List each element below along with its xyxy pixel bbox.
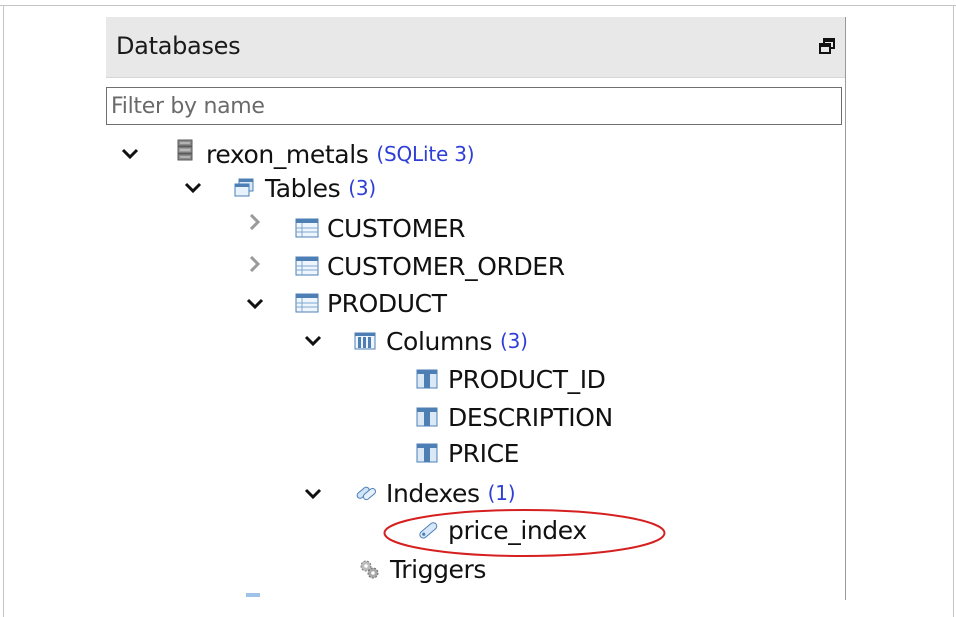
- column-icon: [416, 368, 438, 390]
- tree-node-database[interactable]: rexon_metals (SQLite 3): [174, 138, 475, 170]
- page-frame-right: [953, 5, 954, 617]
- index-name: price_index: [448, 515, 587, 545]
- table-icon: [295, 292, 319, 314]
- chevron-right-icon[interactable]: [245, 214, 265, 230]
- index-icon: [416, 519, 438, 541]
- tables-label: Tables: [265, 173, 341, 203]
- tree-node-table-product[interactable]: PRODUCT: [295, 287, 447, 319]
- columns-count: (3): [499, 329, 528, 353]
- chevron-down-icon[interactable]: [183, 180, 203, 196]
- databases-panel: Databases rexon_metals (SQLite 3): [106, 17, 846, 597]
- database-icon: [174, 139, 196, 165]
- tree-node-indexes[interactable]: Indexes (1): [354, 477, 516, 509]
- tree-node-column[interactable]: PRODUCT_ID: [416, 363, 606, 395]
- tables-group-icon: [233, 177, 255, 199]
- index-group-icon: [354, 482, 377, 504]
- chevron-right-icon[interactable]: [245, 256, 265, 272]
- table-name: CUSTOMER: [327, 213, 466, 243]
- filter-box: [106, 87, 842, 125]
- chevron-down-icon[interactable]: [303, 486, 323, 502]
- chevron-down-icon[interactable]: [245, 296, 265, 312]
- column-icon: [416, 442, 438, 464]
- tree-node-table-customer[interactable]: CUSTOMER: [295, 212, 466, 244]
- panel-border: [845, 17, 846, 600]
- tree-node-column[interactable]: PRICE: [416, 437, 519, 469]
- tree-node-tables[interactable]: Tables (3): [233, 172, 376, 204]
- tree-node-columns[interactable]: Columns (3): [354, 325, 528, 357]
- column-icon: [416, 406, 438, 428]
- database-engine: (SQLite 3): [376, 142, 475, 166]
- columns-label: Columns: [386, 326, 492, 356]
- tree-node-table-customer-order[interactable]: CUSTOMER_ORDER: [295, 250, 565, 282]
- indexes-count: (1): [487, 481, 516, 505]
- columns-group-icon: [354, 330, 376, 352]
- panel-title: Databases: [116, 32, 241, 60]
- partial-tree-icon: [246, 593, 260, 597]
- tree-node-column[interactable]: DESCRIPTION: [416, 401, 613, 433]
- column-name: DESCRIPTION: [448, 402, 613, 432]
- page-frame-top: [0, 5, 956, 6]
- triggers-icon: [358, 558, 380, 580]
- tree-node-index[interactable]: price_index: [416, 514, 587, 546]
- chevron-down-icon[interactable]: [120, 146, 140, 162]
- page-frame-left: [3, 5, 4, 617]
- table-icon: [295, 255, 319, 277]
- tree-node-triggers[interactable]: Triggers: [358, 553, 486, 585]
- table-icon: [295, 217, 319, 239]
- triggers-label: Triggers: [390, 554, 487, 584]
- tables-count: (3): [348, 176, 377, 200]
- chevron-down-icon[interactable]: [303, 333, 323, 349]
- indexes-label: Indexes: [386, 478, 480, 508]
- database-name: rexon_metals: [206, 139, 369, 169]
- column-name: PRICE: [448, 438, 520, 468]
- column-name: PRODUCT_ID: [448, 364, 606, 394]
- table-name: CUSTOMER_ORDER: [327, 251, 565, 281]
- table-name: PRODUCT: [327, 288, 447, 318]
- filter-input[interactable]: [111, 90, 831, 122]
- restore-window-icon[interactable]: [818, 37, 836, 55]
- panel-header: Databases: [106, 17, 846, 78]
